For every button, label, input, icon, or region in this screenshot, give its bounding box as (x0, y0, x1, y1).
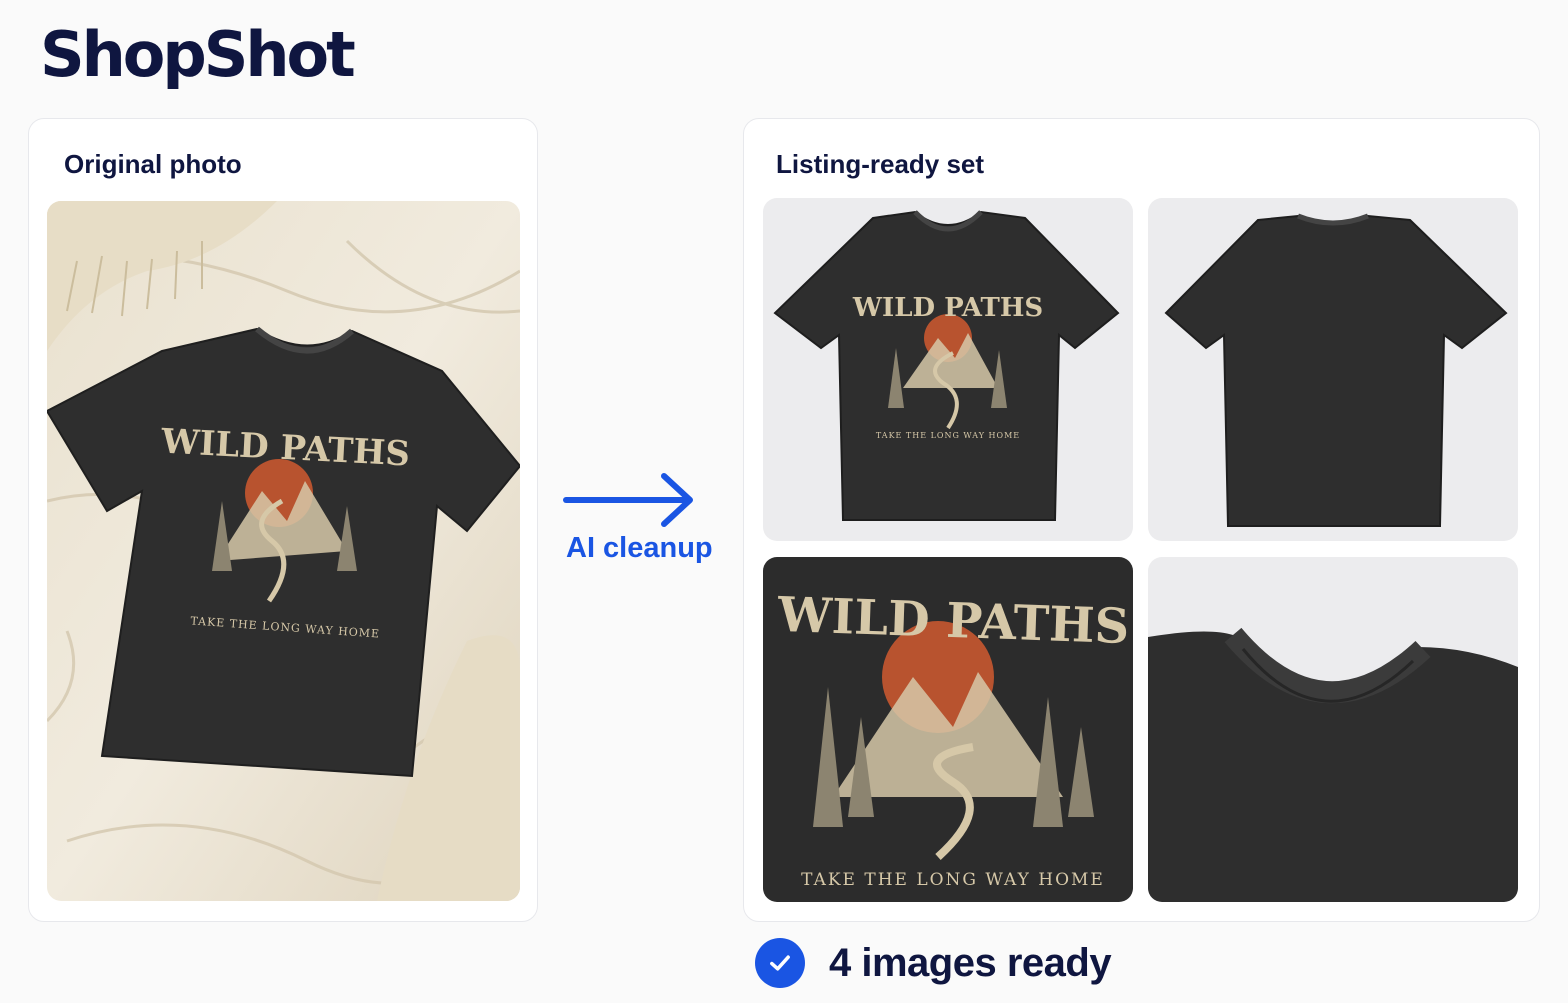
ai-cleanup-label: AI cleanup (566, 532, 713, 564)
original-photo[interactable]: WILD PATHS TAKE THE LONG WAY HOME (47, 201, 520, 901)
listing-set-title: Listing-ready set (776, 149, 985, 179)
app-logo: ShopShot (40, 18, 356, 91)
graphic-closeup-image[interactable]: WILD PATHS TAKE THE LONG WAY HOME (763, 557, 1133, 902)
closeup-print-tagline: TAKE THE LONG WAY HOME (801, 870, 1105, 890)
front-print-tagline: TAKE THE LONG WAY HOME (876, 431, 1020, 440)
front-print-headline: WILD PATHS (852, 293, 1043, 323)
closeup-print-headline: WILD PATHS (776, 587, 1130, 655)
check-circle-icon (755, 938, 805, 988)
original-photo-title: Original photo (64, 149, 242, 179)
front-view-image[interactable]: WILD PATHS TAKE THE LONG WAY HOME (763, 198, 1133, 541)
back-view-image[interactable] (1148, 198, 1518, 541)
status-row: 4 images ready (755, 935, 1112, 991)
collar-closeup-image[interactable] (1148, 557, 1518, 902)
status-text: 4 images ready (829, 940, 1112, 985)
